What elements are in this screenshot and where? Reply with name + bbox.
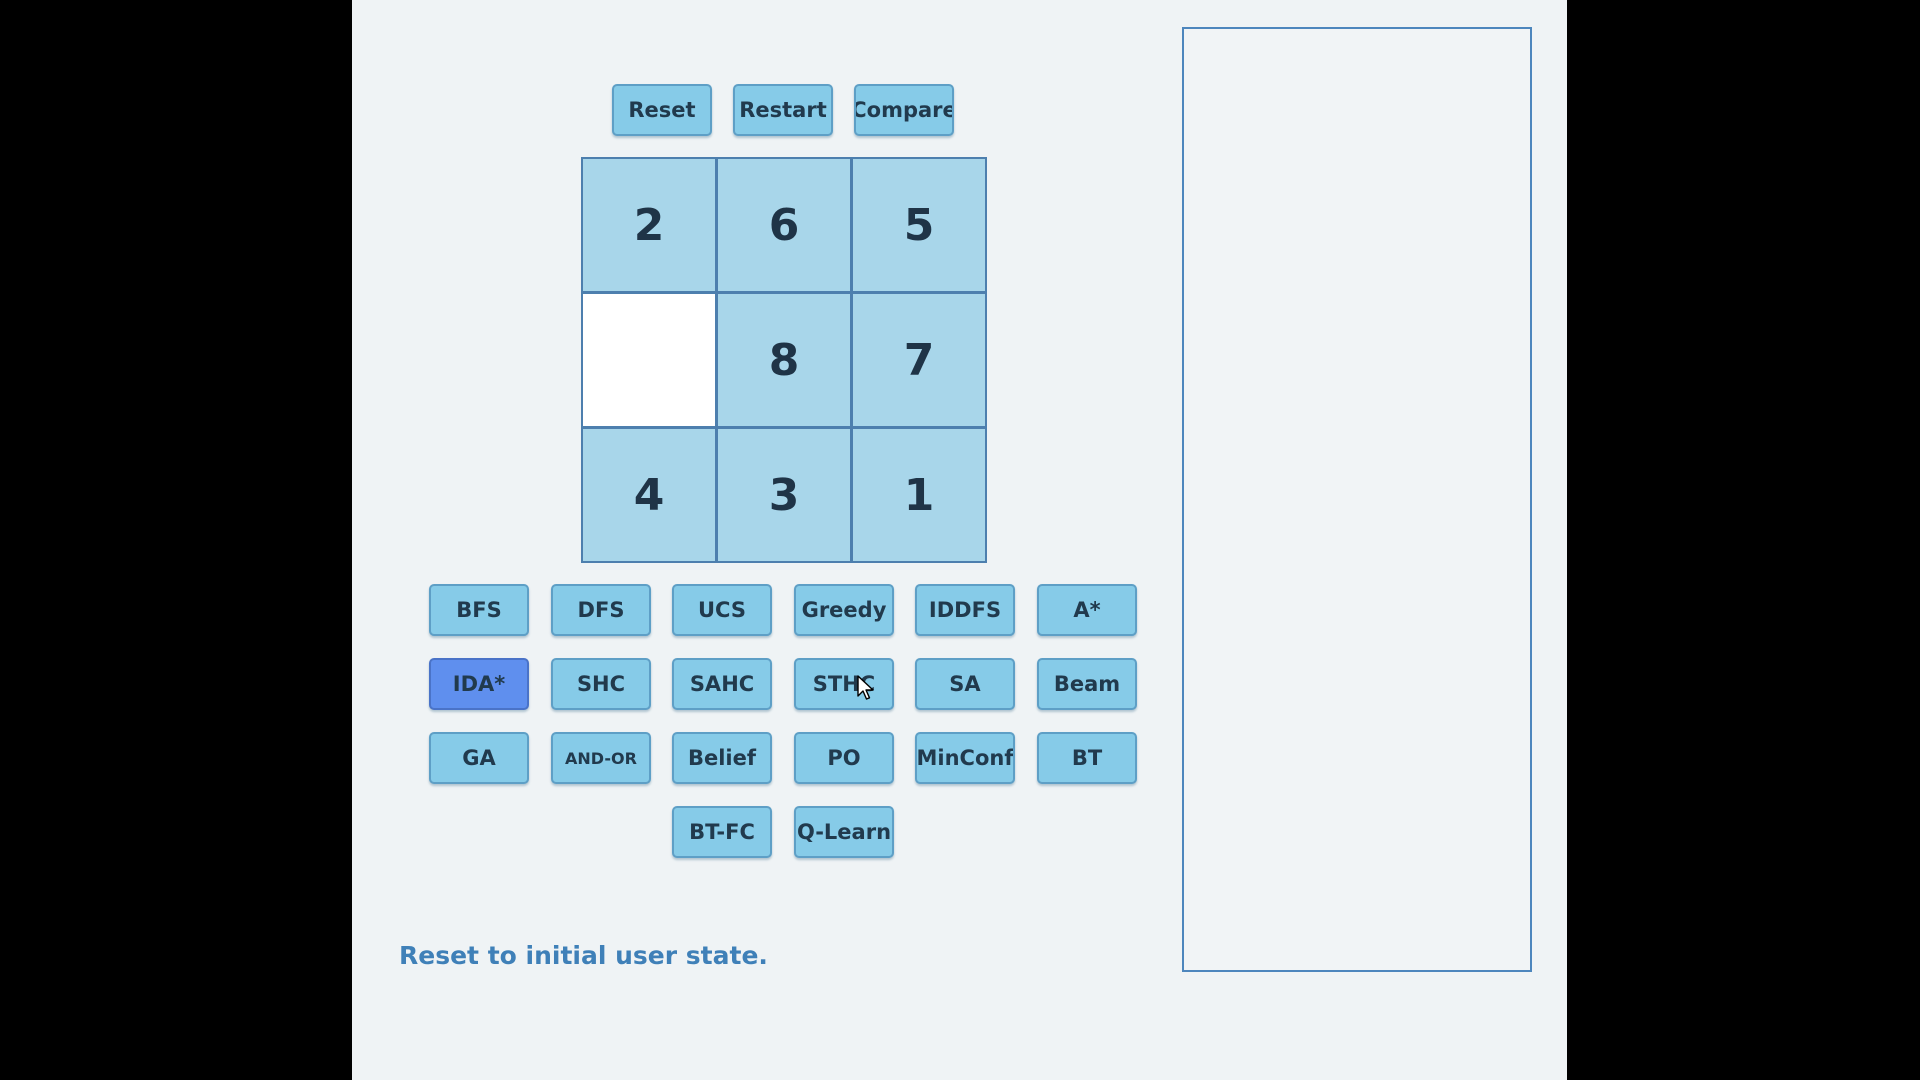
sthc-button[interactable]: STHC [794, 658, 894, 710]
ucs-button[interactable]: UCS [672, 584, 772, 636]
bt-button[interactable]: BT [1037, 732, 1137, 784]
output-panel[interactable] [1182, 27, 1532, 972]
iddfs-button[interactable]: IDDFS [915, 584, 1015, 636]
astar-button[interactable]: A* [1037, 584, 1137, 636]
minconf-button[interactable]: MinConf [915, 732, 1015, 784]
greedy-button[interactable]: Greedy [794, 584, 894, 636]
puzzle-tile[interactable]: 1 [853, 429, 985, 561]
idastar-button[interactable]: IDA* [429, 658, 529, 710]
puzzle-tile[interactable]: 8 [718, 294, 850, 426]
puzzle-tile[interactable]: 5 [853, 159, 985, 291]
bfs-button[interactable]: BFS [429, 584, 529, 636]
compare-button[interactable]: Compare [854, 84, 954, 136]
restart-button[interactable]: Restart [733, 84, 833, 136]
dfs-button[interactable]: DFS [551, 584, 651, 636]
beam-button[interactable]: Beam [1037, 658, 1137, 710]
sa-button[interactable]: SA [915, 658, 1015, 710]
puzzle-tile[interactable]: 4 [583, 429, 715, 561]
reset-button[interactable]: Reset [612, 84, 712, 136]
and-or-button[interactable]: AND-OR [551, 732, 651, 784]
ga-button[interactable]: GA [429, 732, 529, 784]
sahc-button[interactable]: SAHC [672, 658, 772, 710]
app-window: Reset Restart Compare 2 6 5 8 7 4 3 1 BF… [352, 0, 1567, 1080]
q-learn-button[interactable]: Q-Learn [794, 806, 894, 858]
puzzle-board: 2 6 5 8 7 4 3 1 [581, 157, 987, 563]
puzzle-tile-blank[interactable] [583, 294, 715, 426]
bt-fc-button[interactable]: BT-FC [672, 806, 772, 858]
shc-button[interactable]: SHC [551, 658, 651, 710]
puzzle-tile[interactable]: 2 [583, 159, 715, 291]
puzzle-tile[interactable]: 7 [853, 294, 985, 426]
puzzle-tile[interactable]: 3 [718, 429, 850, 561]
po-button[interactable]: PO [794, 732, 894, 784]
status-message: Reset to initial user state. [399, 941, 768, 970]
puzzle-tile[interactable]: 6 [718, 159, 850, 291]
belief-button[interactable]: Belief [672, 732, 772, 784]
